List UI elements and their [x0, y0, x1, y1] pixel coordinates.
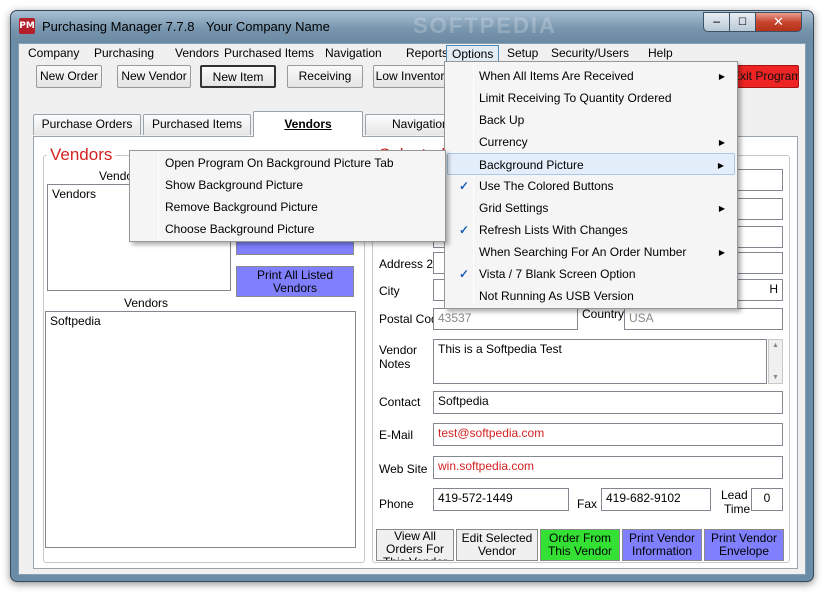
close-button[interactable]: ✕ — [755, 12, 802, 32]
menu-item-label: Currency — [479, 135, 528, 149]
city-label: City — [379, 284, 400, 298]
minimize-button[interactable]: ─ — [703, 12, 730, 32]
tab-purchased-items[interactable]: Purchased Items — [143, 114, 251, 135]
chevron-right-icon: ▶ — [718, 72, 725, 81]
app-icon[interactable]: PM — [19, 18, 35, 34]
menu-item-label: Limit Receiving To Quantity Ordered — [479, 91, 672, 105]
vendors-group-title: Vendors — [47, 145, 116, 165]
print-vendor-envelope-button[interactable]: Print Vendor Envelope — [704, 529, 784, 561]
lead-time-label-1: Lead — [721, 488, 748, 502]
menu-purchasing[interactable]: Purchasing — [89, 45, 159, 63]
menu-item-searching-order-number[interactable]: When Searching For An Order Number ▶ — [447, 241, 735, 263]
contact-label: Contact — [379, 395, 421, 409]
vendor-notes-field[interactable]: This is a Softpedia Test — [433, 339, 767, 384]
window-title: Purchasing Manager 7.7.8 — [42, 19, 195, 34]
notes-scrollbar[interactable]: ▲ ▼ — [768, 339, 783, 384]
print-all-vendors-button[interactable]: Print All Listed Vendors — [236, 266, 354, 297]
web-site-label: Web Site — [379, 462, 428, 476]
fax-label: Fax — [577, 497, 598, 511]
submenu-item-open-on-background-tab[interactable]: Open Program On Background Picture Tab — [132, 152, 443, 174]
menu-purchased-items[interactable]: Purchased Items — [219, 45, 319, 63]
menu-item-label: Refresh Lists With Changes — [479, 223, 628, 237]
menu-item-back-up[interactable]: Back Up — [447, 109, 735, 131]
scroll-down-icon[interactable]: ▼ — [769, 374, 782, 381]
menu-item-refresh-lists[interactable]: ✓ Refresh Lists With Changes — [447, 219, 735, 241]
checkmark-icon: ✓ — [458, 267, 470, 281]
menu-item-label: When All Items Are Received — [479, 69, 634, 83]
phone-label: Phone — [379, 497, 414, 511]
order-from-vendor-button[interactable]: Order From This Vendor — [540, 529, 620, 561]
phone-field[interactable]: 419-572-1449 — [433, 488, 569, 511]
menu-item-grid-settings[interactable]: Grid Settings ▶ — [447, 197, 735, 219]
maximize-button[interactable]: ☐ — [729, 12, 756, 32]
menu-item-label: Use The Colored Buttons — [479, 179, 614, 193]
menu-item-label: Open Program On Background Picture Tab — [165, 156, 394, 170]
menu-item-label: When Searching For An Order Number — [479, 245, 687, 259]
chevron-right-icon: ▶ — [718, 204, 725, 213]
menu-item-label: Vista / 7 Blank Screen Option — [479, 267, 636, 281]
menu-item-limit-receiving[interactable]: Limit Receiving To Quantity Ordered — [447, 87, 735, 109]
chevron-right-icon: ▶ — [718, 248, 725, 257]
menu-item-not-usb-version[interactable]: Not Running As USB Version — [447, 285, 735, 307]
vendors-list2-label: Vendors — [124, 296, 169, 310]
address2-label: Address 2 — [379, 257, 434, 271]
checkmark-icon: ✓ — [458, 179, 470, 193]
print-vendor-information-button[interactable]: Print Vendor Information — [622, 529, 702, 561]
fax-field[interactable]: 419-682-9102 — [601, 488, 711, 511]
lead-time-field[interactable]: 0 — [751, 488, 783, 511]
email-label: E-Mail — [379, 428, 414, 442]
email-field[interactable]: test@softpedia.com — [433, 423, 783, 446]
menu-item-label: Back Up — [479, 113, 525, 127]
menu-item-label: Not Running As USB Version — [479, 289, 634, 303]
new-item-button[interactable]: New Item — [200, 65, 276, 88]
submenu-item-remove-background[interactable]: Remove Background Picture — [132, 196, 443, 218]
title-bar[interactable]: PM Purchasing Manager 7.7.8 Your Company… — [11, 11, 813, 43]
contact-field[interactable]: Softpedia — [433, 391, 783, 414]
exit-program-button[interactable]: Exit Program — [731, 65, 799, 88]
submenu-item-show-background[interactable]: Show Background Picture — [132, 174, 443, 196]
menu-item-label: Remove Background Picture — [165, 200, 318, 214]
edit-selected-vendor-button[interactable]: Edit Selected Vendor — [456, 529, 538, 561]
menu-item-label: Background Picture — [479, 158, 584, 172]
tab-vendors[interactable]: Vendors — [253, 111, 363, 137]
chevron-right-icon: ▶ — [717, 161, 724, 170]
menu-item-vista-blank-screen[interactable]: ✓ Vista / 7 Blank Screen Option — [447, 263, 735, 285]
chevron-right-icon: ▶ — [718, 138, 725, 147]
close-icon: ✕ — [773, 15, 784, 30]
receiving-button[interactable]: Receiving — [287, 65, 363, 88]
postal-code-field[interactable]: 43537 — [433, 308, 578, 330]
menu-item-currency[interactable]: Currency ▶ — [447, 131, 735, 153]
menu-item-background-picture[interactable]: Background Picture ▶ — [447, 153, 735, 175]
vendor-notes-label-1: Vendor — [379, 343, 418, 357]
watermark: SOFTPEDIA — [413, 13, 557, 38]
options-menu: When All Items Are Received ▶ Limit Recei… — [444, 61, 738, 309]
new-vendor-button[interactable]: New Vendor — [117, 65, 191, 88]
menu-item-label: Choose Background Picture — [165, 222, 315, 236]
tab-purchase-orders[interactable]: Purchase Orders — [33, 114, 141, 135]
new-order-button[interactable]: New Order — [36, 65, 102, 88]
menu-company[interactable]: Company — [23, 45, 84, 63]
web-site-field[interactable]: win.softpedia.com — [433, 456, 783, 479]
country-label: Country — [582, 307, 625, 321]
scroll-up-icon[interactable]: ▲ — [769, 342, 782, 349]
view-orders-button[interactable]: View All Orders For This Vendor — [376, 529, 454, 561]
submenu-item-choose-background[interactable]: Choose Background Picture — [132, 218, 443, 240]
maximize-icon: ☐ — [738, 17, 747, 28]
low-inventory-button[interactable]: Low Inventory — [373, 65, 453, 88]
menu-item-label: Grid Settings — [479, 201, 549, 215]
minimize-icon: ─ — [713, 16, 720, 29]
lead-time-label-2: Time — [724, 502, 751, 516]
country-field[interactable]: USA — [624, 308, 783, 330]
vendor-notes-label-2: Notes — [379, 357, 411, 371]
menu-item-label: Show Background Picture — [165, 178, 304, 192]
menu-item-colored-buttons[interactable]: ✓ Use The Colored Buttons — [447, 175, 735, 197]
menu-vendors[interactable]: Vendors — [170, 45, 224, 63]
vendors-list[interactable]: Softpedia — [45, 311, 356, 548]
company-name: Your Company Name — [206, 19, 330, 34]
background-picture-submenu: Open Program On Background Picture Tab S… — [129, 150, 446, 242]
menu-navigation[interactable]: Navigation — [320, 45, 387, 63]
checkmark-icon: ✓ — [458, 223, 470, 237]
menu-item-when-all-items-received[interactable]: When All Items Are Received ▶ — [447, 65, 735, 87]
list-item[interactable]: Softpedia — [50, 314, 351, 328]
